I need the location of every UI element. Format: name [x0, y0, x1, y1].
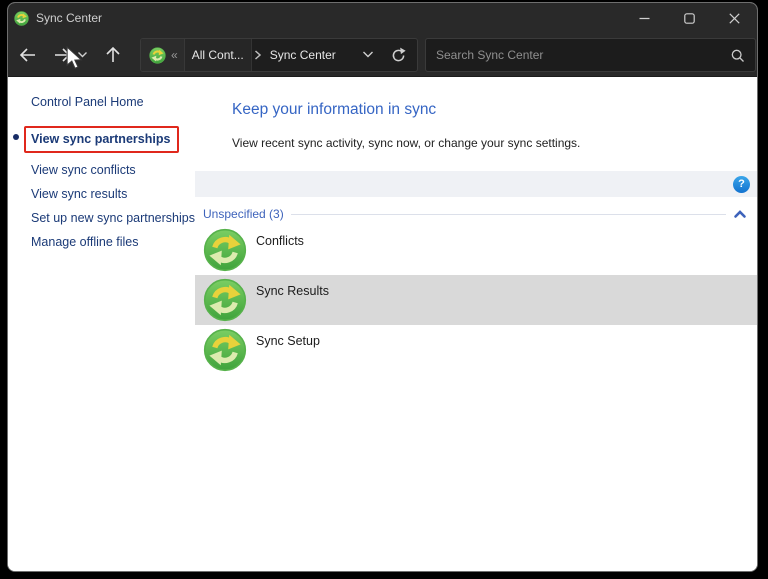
list-item-label[interactable]: Sync Setup — [256, 334, 320, 348]
address-bar[interactable]: « All Cont... Sync Center — [140, 38, 418, 72]
breadcrumb-all-control-panel-items[interactable]: All Cont... — [184, 39, 252, 71]
sidebar: Control Panel Home View sync partnership… — [8, 77, 195, 571]
address-icon-segment[interactable]: « — [141, 39, 185, 71]
window-title: Sync Center — [36, 11, 103, 25]
maximize-icon — [684, 12, 695, 24]
help-button[interactable]: ? — [733, 175, 750, 193]
chevron-down-icon — [363, 51, 373, 58]
sync-icon — [203, 228, 247, 272]
sync-icon — [203, 278, 247, 322]
breadcrumb-overflow-chevron-icon[interactable]: « — [171, 48, 178, 62]
maximize-button[interactable] — [667, 3, 712, 33]
search-input[interactable] — [436, 48, 730, 62]
main-panel: Keep your information in sync View recen… — [195, 77, 757, 571]
close-button[interactable] — [712, 3, 757, 33]
sidebar-item-control-panel-home[interactable]: Control Panel Home — [31, 93, 195, 111]
chevron-right-icon[interactable] — [252, 49, 263, 61]
window-controls — [622, 3, 757, 33]
sidebar-item-view-sync-conflicts[interactable]: View sync conflicts — [31, 161, 195, 179]
item-list: Conflicts Sync Results Sync Setup — [195, 225, 757, 375]
address-dropdown-chevron[interactable] — [362, 46, 374, 64]
sidebar-item-set-up-new-sync-partnerships[interactable]: Set up new sync partnerships — [31, 209, 195, 227]
list-item-sync-results[interactable]: Sync Results — [195, 275, 757, 325]
sync-center-location-icon — [149, 47, 166, 64]
sync-center-app-icon — [14, 11, 29, 26]
sync-icon — [203, 328, 247, 372]
sync-center-window: Sync Center « All Cont... Sync Center Se… — [7, 2, 758, 572]
minimize-button[interactable] — [622, 3, 667, 33]
group-header-unspecified[interactable]: Unspecified (3) — [195, 205, 757, 223]
list-item-conflicts[interactable]: Conflicts — [195, 225, 757, 275]
back-button[interactable] — [18, 46, 38, 64]
group-label[interactable]: Unspecified (3) — [203, 207, 284, 221]
group-separator-line — [290, 213, 726, 215]
close-icon — [729, 12, 740, 24]
magnifier-icon[interactable] — [730, 48, 745, 63]
search-box — [425, 38, 756, 72]
refresh-button[interactable] — [390, 47, 407, 64]
breadcrumb-sync-center[interactable]: Sync Center — [263, 39, 343, 71]
refresh-icon — [392, 47, 406, 61]
mouse-cursor — [66, 46, 83, 69]
navigation-toolbar: « All Cont... Sync Center — [8, 33, 757, 77]
list-item-label[interactable]: Sync Results — [256, 284, 329, 298]
page-title: Keep your information in sync — [232, 101, 437, 118]
red-annotation-rectangle: View sync partnerships — [24, 126, 180, 153]
list-item-sync-setup[interactable]: Sync Setup — [195, 325, 757, 375]
sidebar-item-view-sync-results[interactable]: View sync results — [31, 185, 195, 203]
arrow-left-icon — [19, 47, 35, 62]
content-area: Control Panel Home View sync partnership… — [8, 77, 757, 571]
page-subtext: View recent sync activity, sync now, or … — [232, 136, 581, 150]
minimize-icon — [639, 17, 650, 19]
list-item-label[interactable]: Conflicts — [256, 234, 304, 248]
chevron-up-icon[interactable] — [733, 209, 747, 219]
up-button[interactable] — [104, 45, 122, 65]
active-item-bullet — [13, 134, 19, 140]
command-bar: ? — [195, 171, 757, 197]
titlebar: Sync Center — [8, 3, 757, 33]
sidebar-item-manage-offline-files[interactable]: Manage offline files — [31, 233, 195, 251]
arrow-up-icon — [106, 46, 120, 62]
sidebar-item-view-sync-partnerships[interactable]: View sync partnerships — [31, 130, 170, 148]
